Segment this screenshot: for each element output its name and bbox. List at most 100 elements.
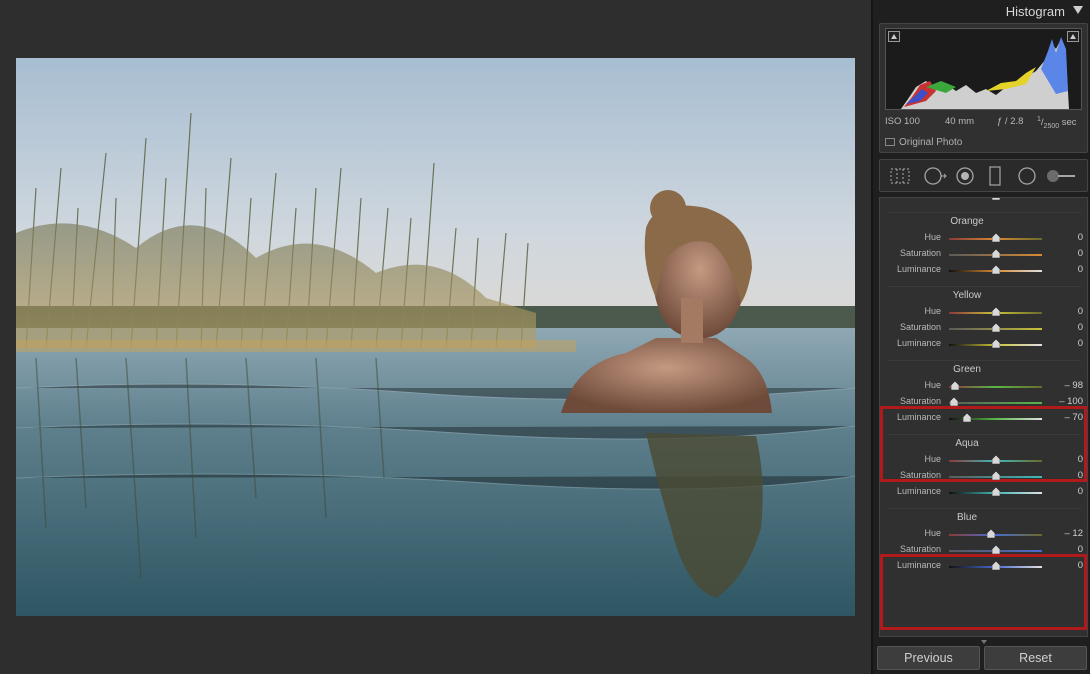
slider-value[interactable]: – 12 — [1065, 528, 1084, 539]
slider-row-saturation: Saturation 0 — [880, 320, 1087, 336]
crop-overlay-icon[interactable] — [888, 166, 912, 186]
slider-label: Saturation — [899, 248, 941, 258]
slider-label: Luminance — [896, 486, 941, 496]
original-photo-toggle[interactable]: Original Photo — [885, 137, 962, 148]
slider-label: Luminance — [896, 412, 941, 422]
group-divider — [888, 286, 1081, 287]
slider-label: Saturation — [899, 396, 941, 406]
slider-thumb[interactable] — [950, 381, 959, 390]
collapse-triangle-icon[interactable] — [1073, 6, 1083, 14]
slider-value[interactable]: – 100 — [1059, 396, 1083, 407]
hsl-group-title: Orange — [950, 216, 984, 227]
adjustment-brush-icon[interactable] — [1046, 166, 1078, 186]
slider-value[interactable]: 0 — [1078, 248, 1083, 259]
slider-thumb[interactable] — [991, 307, 1000, 316]
previous-button[interactable]: Previous — [877, 646, 980, 670]
histogram-panel: ISO 100 40 mm ƒ / 2.8 1/2500 sec Origina… — [879, 23, 1088, 153]
hsl-group-title: Green — [953, 364, 981, 375]
slider-value[interactable]: 0 — [1078, 454, 1083, 465]
group-divider — [888, 212, 1081, 213]
group-divider — [888, 508, 1081, 509]
slider-track[interactable] — [949, 386, 1042, 388]
slider-row-saturation: Saturation 0 — [880, 246, 1087, 262]
slider-value[interactable]: – 98 — [1065, 380, 1084, 391]
slider-value[interactable]: 0 — [1078, 470, 1083, 481]
slider-label: Hue — [924, 454, 941, 464]
histogram-title: Histogram — [1005, 4, 1065, 19]
slider-value[interactable]: 0 — [1078, 198, 1083, 201]
hsl-group-aqua: Aqua Hue 0 Saturation 0 Luminance 0 — [880, 434, 1087, 508]
slider-value[interactable]: 0 — [1078, 264, 1083, 275]
slider-row-luminance: Luminance – 70 — [880, 410, 1087, 426]
slider-value[interactable]: 0 — [1078, 306, 1083, 317]
slider-track[interactable] — [949, 402, 1042, 404]
slider-label: Luminance — [897, 198, 941, 200]
slider-thumb[interactable] — [991, 198, 1000, 200]
histogram-graph — [885, 28, 1082, 110]
slider-thumb[interactable] — [991, 471, 1000, 480]
hsl-group-orange: Orange Hue 0 Saturation 0 Luminance 0 — [880, 212, 1087, 286]
slider-row-saturation: Saturation – 100 — [880, 394, 1087, 410]
graduated-filter-icon[interactable] — [986, 166, 1004, 186]
hsl-group-title: Aqua — [955, 438, 979, 449]
aperture-value: ƒ / 2.8 — [997, 116, 1024, 127]
slider-thumb[interactable] — [991, 233, 1000, 242]
iso-value: ISO 100 — [885, 116, 920, 127]
slider-thumb[interactable] — [962, 413, 971, 422]
photo-preview[interactable] — [16, 58, 855, 616]
hsl-group-blue: Blue Hue – 12 Saturation 0 Luminance 0 — [880, 508, 1087, 582]
tool-strip — [879, 159, 1088, 192]
slider-value[interactable]: 0 — [1078, 338, 1083, 349]
slider-row-saturation: Saturation 0 — [880, 468, 1087, 484]
radial-filter-icon[interactable] — [1016, 166, 1038, 186]
slider-row-hue: Hue 0 — [880, 304, 1087, 320]
slider-row-hue: Hue 0 — [880, 452, 1087, 468]
slider-row-luminance: Luminance 0 — [880, 558, 1087, 574]
slider-label: Hue — [924, 306, 941, 316]
slider-value[interactable]: 0 — [1078, 560, 1083, 571]
histogram-header[interactable]: Histogram — [879, 0, 1089, 22]
slider-row-saturation: Saturation 0 — [880, 542, 1087, 558]
slider-thumb[interactable] — [991, 265, 1000, 274]
slider-row-luminance: Luminance 0 — [880, 336, 1087, 352]
slider-thumb[interactable] — [991, 561, 1000, 570]
slider-row-luminance: Luminance 0 — [880, 484, 1087, 500]
slider-value[interactable]: 0 — [1078, 322, 1083, 333]
slider-thumb[interactable] — [991, 487, 1000, 496]
photo-canvas — [0, 0, 871, 674]
slider-row-luminance: Luminance 0 — [880, 198, 1087, 204]
original-photo-checkbox[interactable] — [885, 138, 895, 146]
slider-row-luminance: Luminance 0 — [880, 262, 1087, 278]
slider-thumb[interactable] — [991, 323, 1000, 332]
slider-row-hue: Hue 0 — [880, 230, 1087, 246]
hsl-group-yellow: Yellow Hue 0 Saturation 0 Luminance 0 — [880, 286, 1087, 360]
photo-image — [16, 58, 855, 616]
slider-thumb[interactable] — [991, 545, 1000, 554]
slider-label: Saturation — [899, 544, 941, 554]
shutter-denominator: 2500 — [1043, 123, 1060, 131]
red-eye-icon[interactable] — [954, 166, 976, 186]
slider-label: Hue — [924, 232, 941, 242]
shutter-unit: sec — [1061, 117, 1077, 129]
slider-value[interactable]: 0 — [1078, 232, 1083, 243]
hsl-group-title: Yellow — [952, 290, 982, 301]
slider-thumb[interactable] — [949, 397, 958, 406]
slider-value[interactable]: – 70 — [1065, 412, 1084, 423]
reset-button[interactable]: Reset — [984, 646, 1087, 670]
slider-label: Hue — [924, 528, 941, 538]
shutter-numerator: 1 — [1037, 116, 1041, 123]
original-photo-label: Original Photo — [899, 137, 963, 148]
histogram-curve — [901, 37, 1069, 109]
spot-removal-icon[interactable] — [922, 166, 948, 186]
group-divider — [888, 360, 1081, 361]
slider-label: Luminance — [896, 264, 941, 274]
slider-thumb[interactable] — [991, 455, 1000, 464]
slider-value[interactable]: 0 — [1078, 544, 1083, 555]
slider-thumb[interactable] — [991, 249, 1000, 258]
slider-value[interactable]: 0 — [1078, 486, 1083, 497]
slider-thumb[interactable] — [991, 339, 1000, 348]
panel-end-arrow-icon — [981, 640, 987, 644]
slider-track[interactable] — [949, 534, 1042, 536]
slider-label: Hue — [924, 380, 941, 390]
slider-thumb[interactable] — [986, 529, 995, 538]
